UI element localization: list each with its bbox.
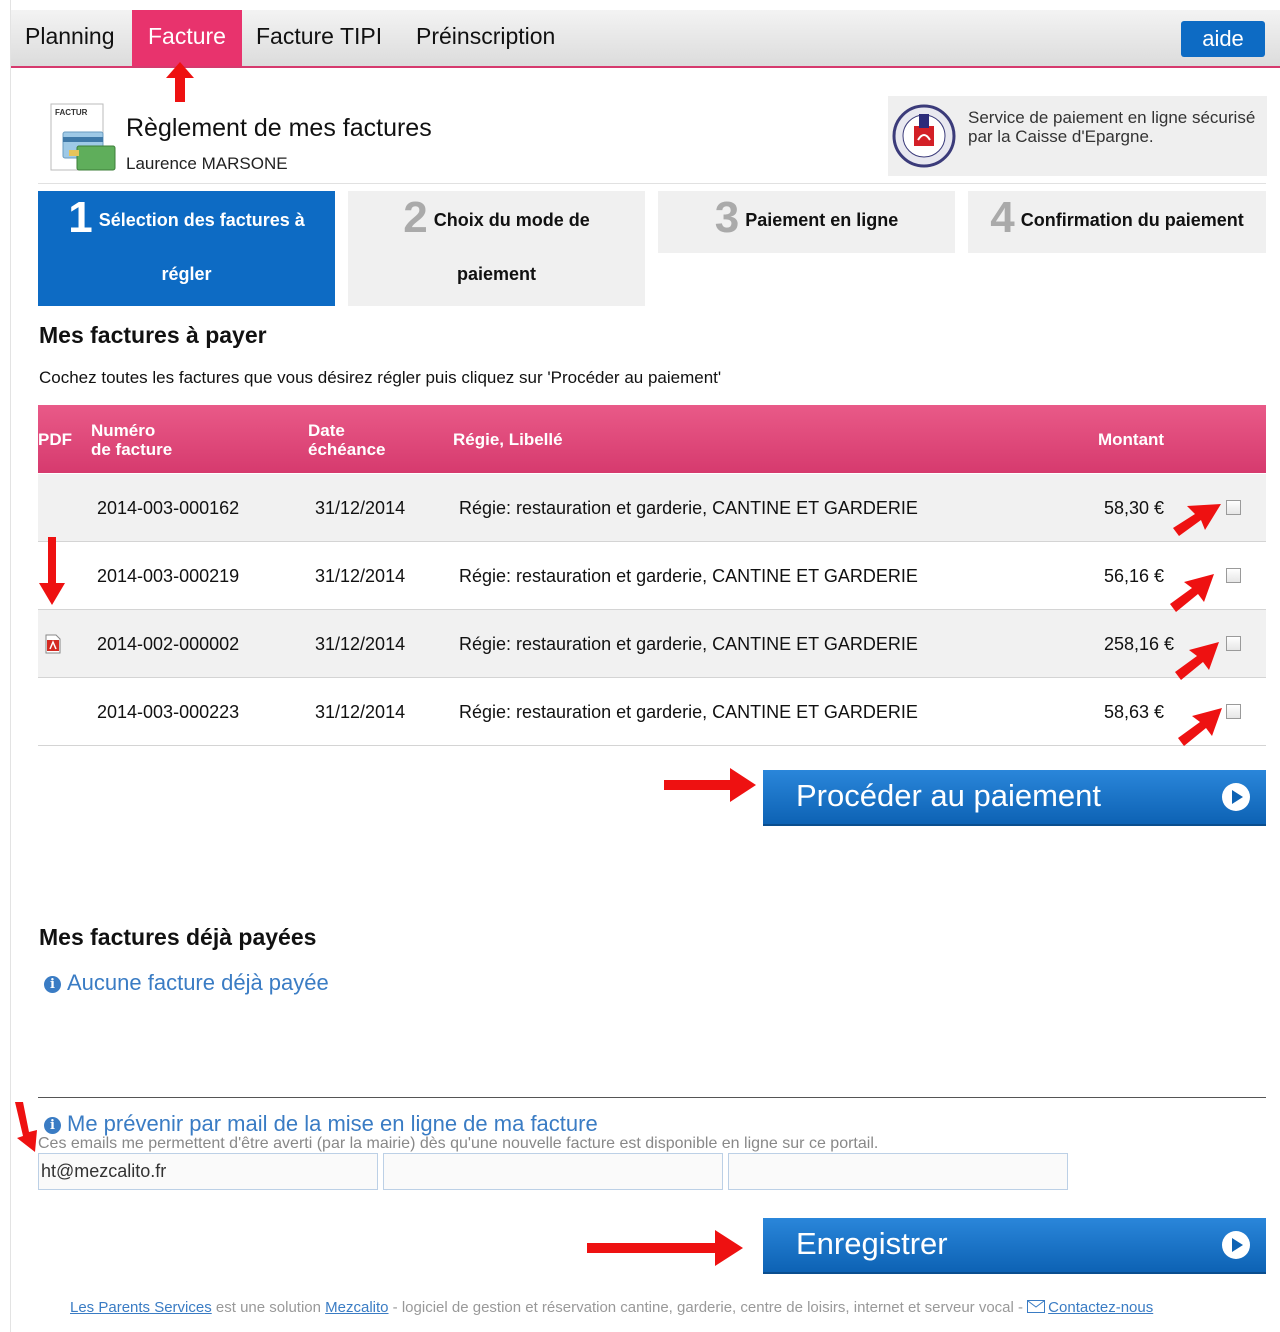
invoice-checkbox[interactable]: [1226, 704, 1241, 719]
invoice-date: 31/12/2014: [315, 634, 406, 654]
secure-payment-text: Service de paiement en ligne sécurisé pa…: [968, 108, 1256, 146]
step-1-label-line2: régler: [161, 264, 212, 284]
to-pay-instructions: Cochez toutes les factures que vous dési…: [39, 368, 722, 387]
arrow-annotation-icon: [1173, 504, 1221, 536]
help-button[interactable]: aide: [1181, 21, 1265, 57]
table-row: 2014-002-000002 31/12/2014 Régie: restau…: [38, 610, 1266, 678]
email-field-3[interactable]: [728, 1153, 1068, 1190]
save-label: Enregistrer: [796, 1226, 948, 1261]
secure-payment-seal-icon: [892, 104, 956, 168]
tab-planning[interactable]: Planning: [25, 10, 115, 66]
invoice-checkbox[interactable]: [1226, 636, 1241, 651]
footer-link-les-parents-services[interactable]: Les Parents Services: [70, 1299, 212, 1316]
paid-title: Mes factures déjà payées: [39, 924, 317, 950]
tab-facture[interactable]: Facture: [132, 10, 242, 66]
tab-preinscription[interactable]: Préinscription: [416, 10, 555, 66]
step-3-number: 3: [714, 193, 740, 242]
invoice-checkbox[interactable]: [1226, 568, 1241, 583]
user-name: Laurence MARSONE: [126, 154, 288, 173]
proceed-to-payment-label: Procéder au paiement: [796, 778, 1102, 813]
step-2-number: 2: [403, 193, 428, 242]
invoice-table-header: PDF Numéro de facture Date échéance Régi…: [38, 405, 1266, 473]
divider: [38, 1097, 1266, 1098]
footer-text: est une solution: [211, 1299, 326, 1316]
footer-link-mezcalito[interactable]: Mezcalito: [325, 1299, 388, 1316]
step-4-number: 4: [990, 193, 1015, 242]
page: Planning Facture Facture TIPI Préinscrip…: [10, 0, 1280, 1332]
email-field-2[interactable]: [383, 1153, 723, 1190]
info-icon: i: [44, 1117, 61, 1134]
top-nav: Planning Facture Facture TIPI Préinscrip…: [11, 10, 1280, 68]
step-1-number: 1: [68, 193, 93, 242]
invoice-number: 2014-003-000219: [97, 566, 240, 586]
play-circle-icon: [1222, 783, 1250, 811]
step-2-label: Choix du mode de: [433, 210, 590, 230]
step-2-label-line2: paiement: [456, 264, 537, 284]
invoice-label: Régie: restauration et garderie, CANTINE…: [459, 702, 918, 722]
arrow-down-annotation-icon: [39, 537, 65, 605]
table-row: 2014-003-000162 31/12/2014 Régie: restau…: [38, 474, 1266, 542]
arrow-annotation-icon: [1178, 708, 1222, 746]
invoice-amount: 56,16 €: [1104, 566, 1165, 586]
page-title: Règlement de mes factures: [126, 114, 432, 142]
email-field-1[interactable]: [38, 1153, 378, 1190]
step-4[interactable]: 4 Confirmation du paiement: [968, 191, 1266, 253]
save-button[interactable]: Enregistrer: [763, 1218, 1266, 1274]
invoice-date: 31/12/2014: [315, 498, 406, 518]
step-2[interactable]: 2 Choix du mode de paiement: [348, 191, 645, 306]
play-circle-icon: [1222, 1231, 1250, 1259]
table-row: 2014-003-000223 31/12/2014 Régie: restau…: [38, 678, 1266, 746]
invoice-number: 2014-003-000162: [97, 498, 240, 518]
step-3-label: Paiement en ligne: [745, 210, 899, 230]
arrow-right-annotation-icon: [664, 768, 756, 802]
arrow-up-annotation-icon: [166, 62, 194, 102]
arrow-annotation-icon: [1175, 642, 1219, 680]
col-date: Date échéance: [308, 421, 386, 459]
tab-facture-tipi[interactable]: Facture TIPI: [256, 10, 382, 66]
step-1-label: Sélection des factures à: [98, 210, 305, 230]
col-pdf: PDF: [38, 430, 72, 449]
step-4-label: Confirmation du paiement: [1020, 210, 1244, 230]
arrow-right-annotation-icon: [587, 1230, 743, 1266]
invoice-date: 31/12/2014: [315, 702, 406, 722]
invoice-amount: 58,63 €: [1104, 702, 1165, 722]
proceed-to-payment-button[interactable]: Procéder au paiement: [763, 770, 1266, 826]
info-icon: i: [44, 976, 61, 993]
col-amount: Montant: [1098, 430, 1165, 449]
invoice-checkbox[interactable]: [1226, 500, 1241, 515]
pdf-icon[interactable]: [44, 634, 62, 654]
invoice-amount: 58,30 €: [1104, 498, 1165, 518]
divider: [38, 183, 1266, 184]
table-row: 2014-003-000219 31/12/2014 Régie: restau…: [38, 542, 1266, 610]
mail-icon: [1027, 1300, 1046, 1313]
to-pay-title: Mes factures à payer: [39, 322, 267, 348]
invoice-icon: FACTUR: [50, 103, 116, 171]
invoice-number: 2014-002-000002: [97, 634, 240, 654]
footer-text: - logiciel de gestion et réservation can…: [388, 1299, 1028, 1316]
col-label: Régie, Libellé: [453, 430, 563, 449]
invoice-label: Régie: restauration et garderie, CANTINE…: [459, 498, 918, 518]
step-3[interactable]: 3 Paiement en ligne: [658, 191, 955, 253]
invoice-date: 31/12/2014: [315, 566, 406, 586]
notify-title[interactable]: i Me prévenir par mail de la mise en lign…: [44, 1111, 598, 1137]
secure-payment-box: Service de paiement en ligne sécurisé pa…: [888, 96, 1267, 176]
svg-text:FACTUR: FACTUR: [55, 108, 88, 117]
col-number: Numéro de facture: [91, 421, 173, 459]
invoice-number: 2014-003-000223: [97, 702, 240, 722]
notify-note: Ces emails me permettent d'être averti (…: [38, 1135, 879, 1152]
step-1[interactable]: 1 Sélection des factures à régler: [38, 191, 335, 306]
arrow-annotation-icon: [1170, 574, 1214, 612]
invoice-amount: 258,16 €: [1104, 634, 1175, 654]
invoice-label: Régie: restauration et garderie, CANTINE…: [459, 566, 918, 586]
contact-link[interactable]: Contactez-nous: [1048, 1299, 1153, 1316]
invoice-label: Régie: restauration et garderie, CANTINE…: [459, 634, 918, 654]
no-paid-invoice-message: i Aucune facture déjà payée: [44, 970, 329, 996]
footer: Les Parents Services est une solution Me…: [70, 1299, 1153, 1316]
